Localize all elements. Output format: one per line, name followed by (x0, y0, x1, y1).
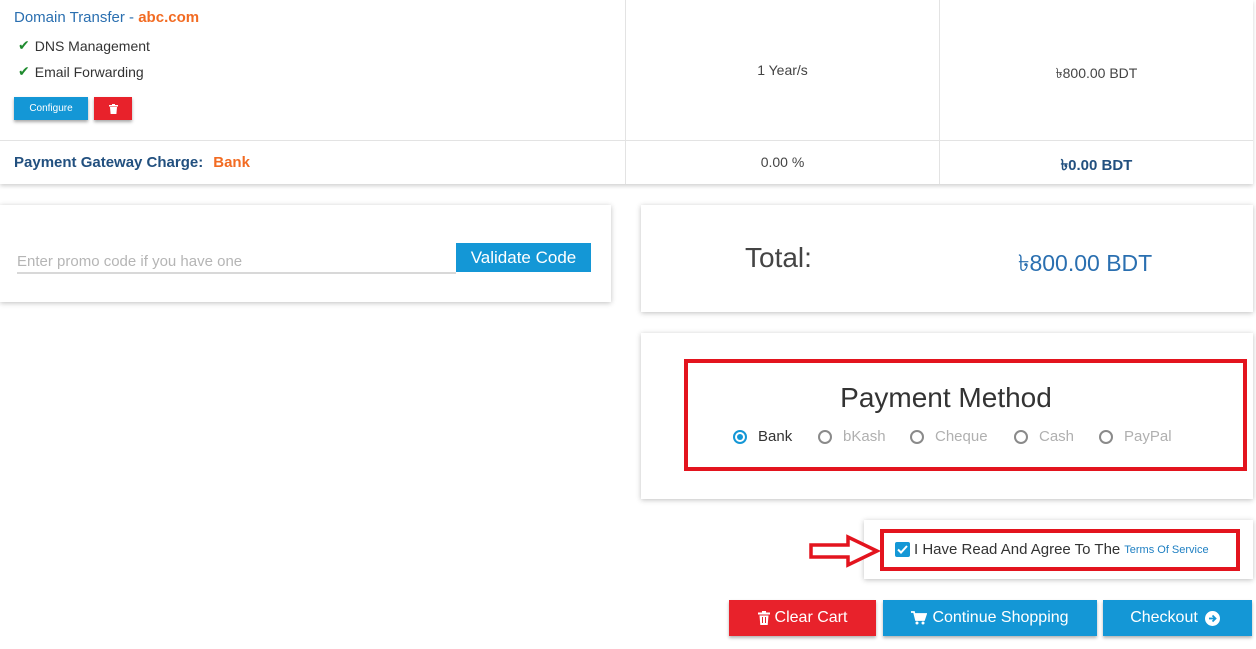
payment-option-label: Cash (1039, 428, 1075, 445)
terms-text: I Have Read And Agree To The (914, 541, 1121, 558)
validate-code-button[interactable]: Validate Code (456, 243, 591, 272)
payment-option-label: bKash (843, 428, 886, 445)
trash-icon (757, 611, 770, 625)
check-icon (897, 545, 908, 554)
check-icon: ✔ (18, 37, 30, 53)
cart-table: Domain Transfer - abc.com ✔ DNS Manageme… (0, 0, 1253, 184)
item-title-prefix: Domain Transfer - (14, 9, 139, 26)
gateway-percent: 0.00 % (760, 154, 805, 170)
row-divider (0, 140, 1253, 141)
continue-shopping-label: Continue Shopping (932, 609, 1069, 626)
cart-icon (911, 611, 928, 625)
radio-button[interactable] (818, 429, 832, 444)
payment-option-label: Bank (758, 428, 793, 445)
gateway-method: Bank (213, 154, 250, 171)
checkout-button[interactable]: Checkout (1103, 600, 1252, 636)
item-price: ৳800.00 BDT (1055, 65, 1138, 81)
arrow-right-icon (809, 534, 880, 568)
payment-method-title: Payment Method (840, 382, 1052, 413)
feature-item: ✔ DNS Management (18, 37, 150, 54)
promo-code-input[interactable] (17, 246, 456, 274)
total-value: ৳800.00 BDT (1018, 250, 1153, 276)
arrow-circle-right-icon (1204, 610, 1220, 626)
payment-option-label: Cheque (935, 428, 988, 445)
terms-checkbox[interactable] (895, 542, 910, 557)
configure-button[interactable]: Configure (14, 97, 88, 120)
radio-button[interactable] (910, 429, 924, 444)
radio-button[interactable] (1099, 429, 1113, 444)
payment-option-cheque[interactable]: Cheque (910, 428, 988, 445)
item-period: 1 Year/s (757, 62, 808, 78)
radio-button[interactable] (733, 429, 747, 444)
checkout-label: Checkout (1130, 609, 1198, 626)
terms-agreement: I Have Read And Agree To The Terms Of Se… (895, 541, 1209, 558)
remove-item-button[interactable] (94, 97, 132, 120)
clear-cart-label: Clear Cart (774, 609, 848, 626)
feature-label: Email Forwarding (34, 63, 144, 80)
total-card (641, 205, 1253, 312)
payment-option-bkash[interactable]: bKash (818, 428, 886, 445)
gateway-amount: ৳0.00 BDT (1060, 157, 1133, 174)
highlight-box (684, 359, 1247, 471)
total-label: Total: (745, 242, 812, 273)
payment-option-cash[interactable]: Cash (1014, 428, 1074, 445)
radio-button[interactable] (1014, 429, 1028, 444)
clear-cart-button[interactable]: Clear Cart (729, 600, 876, 636)
gateway-label-text: Payment Gateway Charge: (14, 154, 204, 171)
trash-icon (108, 103, 118, 114)
payment-option-paypal[interactable]: PayPal (1099, 428, 1172, 445)
item-domain: abc.com (138, 9, 200, 26)
continue-shopping-button[interactable]: Continue Shopping (883, 600, 1097, 636)
check-icon: ✔ (18, 63, 30, 79)
terms-of-service-link[interactable]: Terms Of Service (1124, 544, 1208, 556)
payment-option-label: PayPal (1124, 428, 1172, 445)
payment-option-bank[interactable]: Bank (733, 428, 792, 445)
gateway-label: Payment Gateway Charge: Bank (14, 154, 250, 171)
item-title: Domain Transfer - abc.com (14, 9, 199, 26)
feature-label: DNS Management (34, 37, 150, 54)
feature-item: ✔ Email Forwarding (18, 63, 144, 80)
